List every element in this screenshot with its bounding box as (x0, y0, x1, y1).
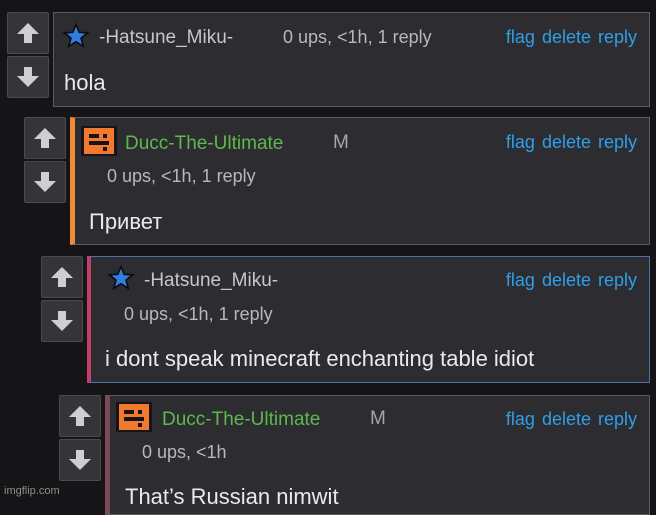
arrow-down-icon (67, 447, 93, 473)
pixel-face-icon[interactable] (81, 126, 117, 156)
flag-link[interactable]: flag (506, 270, 535, 290)
vote-column (59, 395, 103, 481)
comment-meta: 0 ups, <1h, 1 reply (107, 166, 256, 186)
upvote-button[interactable] (7, 12, 49, 54)
comment: -Hatsune_Miku- flag delete reply 0 ups, <1… (41, 256, 650, 383)
upvote-button[interactable] (41, 256, 83, 298)
flag-link[interactable]: flag (506, 132, 535, 152)
delete-link[interactable]: delete (542, 270, 591, 290)
reply-link[interactable]: reply (598, 409, 637, 429)
watermark: imgflip.com (4, 485, 60, 497)
downvote-button[interactable] (59, 439, 101, 481)
star-icon[interactable] (108, 265, 134, 291)
arrow-down-icon (32, 169, 58, 195)
downvote-button[interactable] (41, 300, 83, 342)
reply-link[interactable]: reply (598, 27, 637, 47)
reply-link[interactable]: reply (598, 270, 637, 290)
arrow-down-icon (15, 64, 41, 90)
comment-actions: flag delete reply (499, 27, 637, 48)
flag-link[interactable]: flag (506, 27, 535, 47)
reply-link[interactable]: reply (598, 132, 637, 152)
pixel-face-icon[interactable] (116, 402, 152, 432)
comment-body: That’s Russian nimwit (125, 484, 339, 509)
vote-column (7, 12, 51, 98)
arrow-up-icon (67, 403, 93, 429)
comment: Ducc-The-Ultimate M flag delete reply 0 up… (24, 117, 650, 245)
star-icon[interactable] (63, 23, 89, 49)
comment-card: Ducc-The-Ultimate M flag delete reply 0 up… (70, 117, 650, 245)
comment-body: Привет (89, 209, 163, 234)
comment-meta: 0 ups, <1h, 1 reply (283, 27, 432, 47)
arrow-up-icon (32, 125, 58, 151)
vote-column (41, 256, 85, 342)
comment-card: -Hatsune_Miku- flag delete reply 0 ups, <1… (87, 256, 650, 383)
comment-actions: flag delete reply (499, 132, 637, 153)
vote-column (24, 117, 68, 203)
downvote-button[interactable] (24, 161, 66, 203)
downvote-button[interactable] (7, 56, 49, 98)
delete-link[interactable]: delete (542, 409, 591, 429)
username-link[interactable]: Ducc-The-Ultimate (162, 409, 320, 431)
arrow-up-icon (15, 20, 41, 46)
upvote-button[interactable] (59, 395, 101, 437)
comment-actions: flag delete reply (499, 409, 637, 430)
moderator-badge: M (370, 408, 386, 429)
comment-actions: flag delete reply (499, 270, 637, 291)
comment-meta: 0 ups, <1h, 1 reply (124, 304, 273, 324)
arrow-up-icon (49, 264, 75, 290)
upvote-button[interactable] (24, 117, 66, 159)
delete-link[interactable]: delete (542, 27, 591, 47)
arrow-down-icon (49, 308, 75, 334)
comment-body: i dont speak minecraft enchanting table … (105, 346, 535, 371)
comment-card: Ducc-The-Ultimate M flag delete reply 0 up… (105, 395, 650, 515)
flag-link[interactable]: flag (506, 409, 535, 429)
comment-card: -Hatsune_Miku- 0 ups, <1h, 1 reply flag d… (53, 12, 650, 107)
username-link[interactable]: -Hatsune_Miku- (144, 270, 278, 292)
comment: -Hatsune_Miku- 0 ups, <1h, 1 reply flag d… (7, 12, 650, 107)
comment-meta: 0 ups, <1h (142, 442, 227, 462)
delete-link[interactable]: delete (542, 132, 591, 152)
username-link[interactable]: Ducc-The-Ultimate (125, 133, 283, 155)
comment-body: hola (64, 70, 106, 95)
comment: Ducc-The-Ultimate M flag delete reply 0 up… (59, 395, 650, 515)
moderator-badge: M (333, 132, 349, 153)
username-link[interactable]: -Hatsune_Miku- (99, 27, 233, 49)
